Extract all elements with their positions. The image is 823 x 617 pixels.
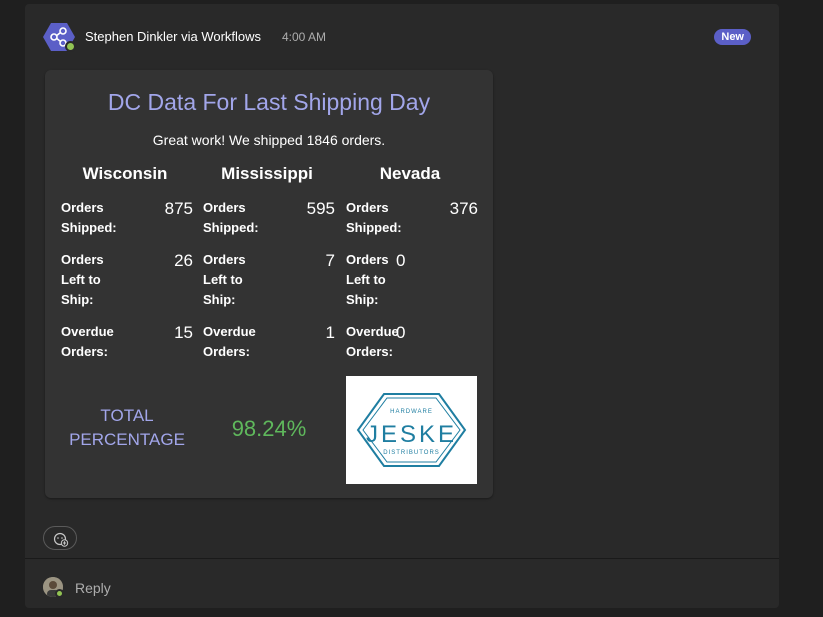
metric-value: 376 — [449, 199, 478, 218]
metric-label: Orders Shipped: — [61, 200, 117, 235]
metric-label: Orders Shipped: — [203, 200, 259, 235]
metric-label: Overdue Orders: — [203, 324, 256, 359]
workflows-avatar[interactable] — [43, 21, 77, 53]
message-timestamp: 4:00 AM — [282, 30, 327, 44]
metric-value: 875 — [164, 199, 193, 218]
card-subtitle: Great work! We shipped 1846 orders. — [152, 132, 386, 148]
metric-value: 1 — [325, 323, 335, 342]
metric-label: Orders Left to Ship: — [61, 252, 104, 307]
jeske-logo-graphic: HARDWARE JESKE DISTRIBUTORS — [356, 393, 467, 467]
dc-name: Wisconsin — [82, 164, 168, 183]
add-reaction-icon — [53, 532, 69, 547]
metric-value: 15 — [174, 323, 193, 342]
dc-name: Nevada — [379, 164, 441, 183]
add-reaction-button[interactable] — [43, 526, 77, 550]
total-percentage-value: 98.24% — [231, 416, 307, 441]
metric-overdue: Overdue Orders: 1 — [203, 322, 337, 374]
metric-label: Overdue Orders: — [61, 324, 114, 359]
adaptive-card: DC Data For Last Shipping Day Great work… — [45, 70, 493, 498]
metric-overdue: Overdue Orders: 15 — [61, 322, 195, 374]
logo-top-text: HARDWARE — [390, 409, 433, 415]
jeske-logo: HARDWARE JESKE DISTRIBUTORS — [346, 376, 477, 484]
metric-orders-left: Orders Left to Ship: 7 — [203, 250, 337, 322]
logo-bottom-text: DISTRIBUTORS — [383, 450, 440, 456]
metric-label: Orders Shipped: — [346, 200, 402, 235]
presence-available-icon — [65, 41, 76, 52]
metric-orders-shipped: Orders Shipped: 875 — [61, 198, 195, 250]
message-thread: Stephen Dinkler via Workflows 4:00 AM Ne… — [25, 4, 779, 608]
reply-row[interactable]: Reply — [25, 559, 779, 608]
dc-column-nevada: Nevada Orders Shipped: 376 Orders Left t… — [346, 164, 480, 374]
metric-value: 595 — [306, 199, 335, 218]
message-header: Stephen Dinkler via Workflows 4:00 AM Ne… — [43, 21, 761, 55]
sender-name[interactable]: Stephen Dinkler via Workflows — [85, 29, 261, 44]
card-title: DC Data For Last Shipping Day — [107, 89, 431, 115]
logo-name-text: JESKE — [366, 421, 457, 448]
dc-name: Mississippi — [221, 164, 313, 183]
metric-overdue: Overdue Orders: 0 — [346, 322, 480, 374]
metric-label: Orders Left to Ship: — [203, 252, 246, 307]
dc-column-wisconsin: Wisconsin Orders Shipped: 875 Orders Lef… — [61, 164, 195, 374]
metric-value: 0 — [396, 323, 406, 342]
metric-orders-shipped: Orders Shipped: 595 — [203, 198, 337, 250]
reply-button[interactable]: Reply — [75, 580, 111, 596]
new-badge: New — [714, 29, 751, 45]
metric-orders-left: Orders Left to Ship: 26 — [61, 250, 195, 322]
metric-value: 0 — [396, 251, 406, 270]
metric-value: 7 — [325, 251, 335, 270]
metric-orders-left: Orders Left to Ship: 0 — [346, 250, 480, 322]
metric-value: 26 — [174, 251, 193, 270]
dc-column-mississippi: Mississippi Orders Shipped: 595 Orders L… — [203, 164, 337, 374]
total-percentage-label: TOTAL PERCENTAGE — [69, 406, 185, 449]
presence-available-icon — [55, 589, 64, 598]
metric-orders-shipped: Orders Shipped: 376 — [346, 198, 480, 250]
